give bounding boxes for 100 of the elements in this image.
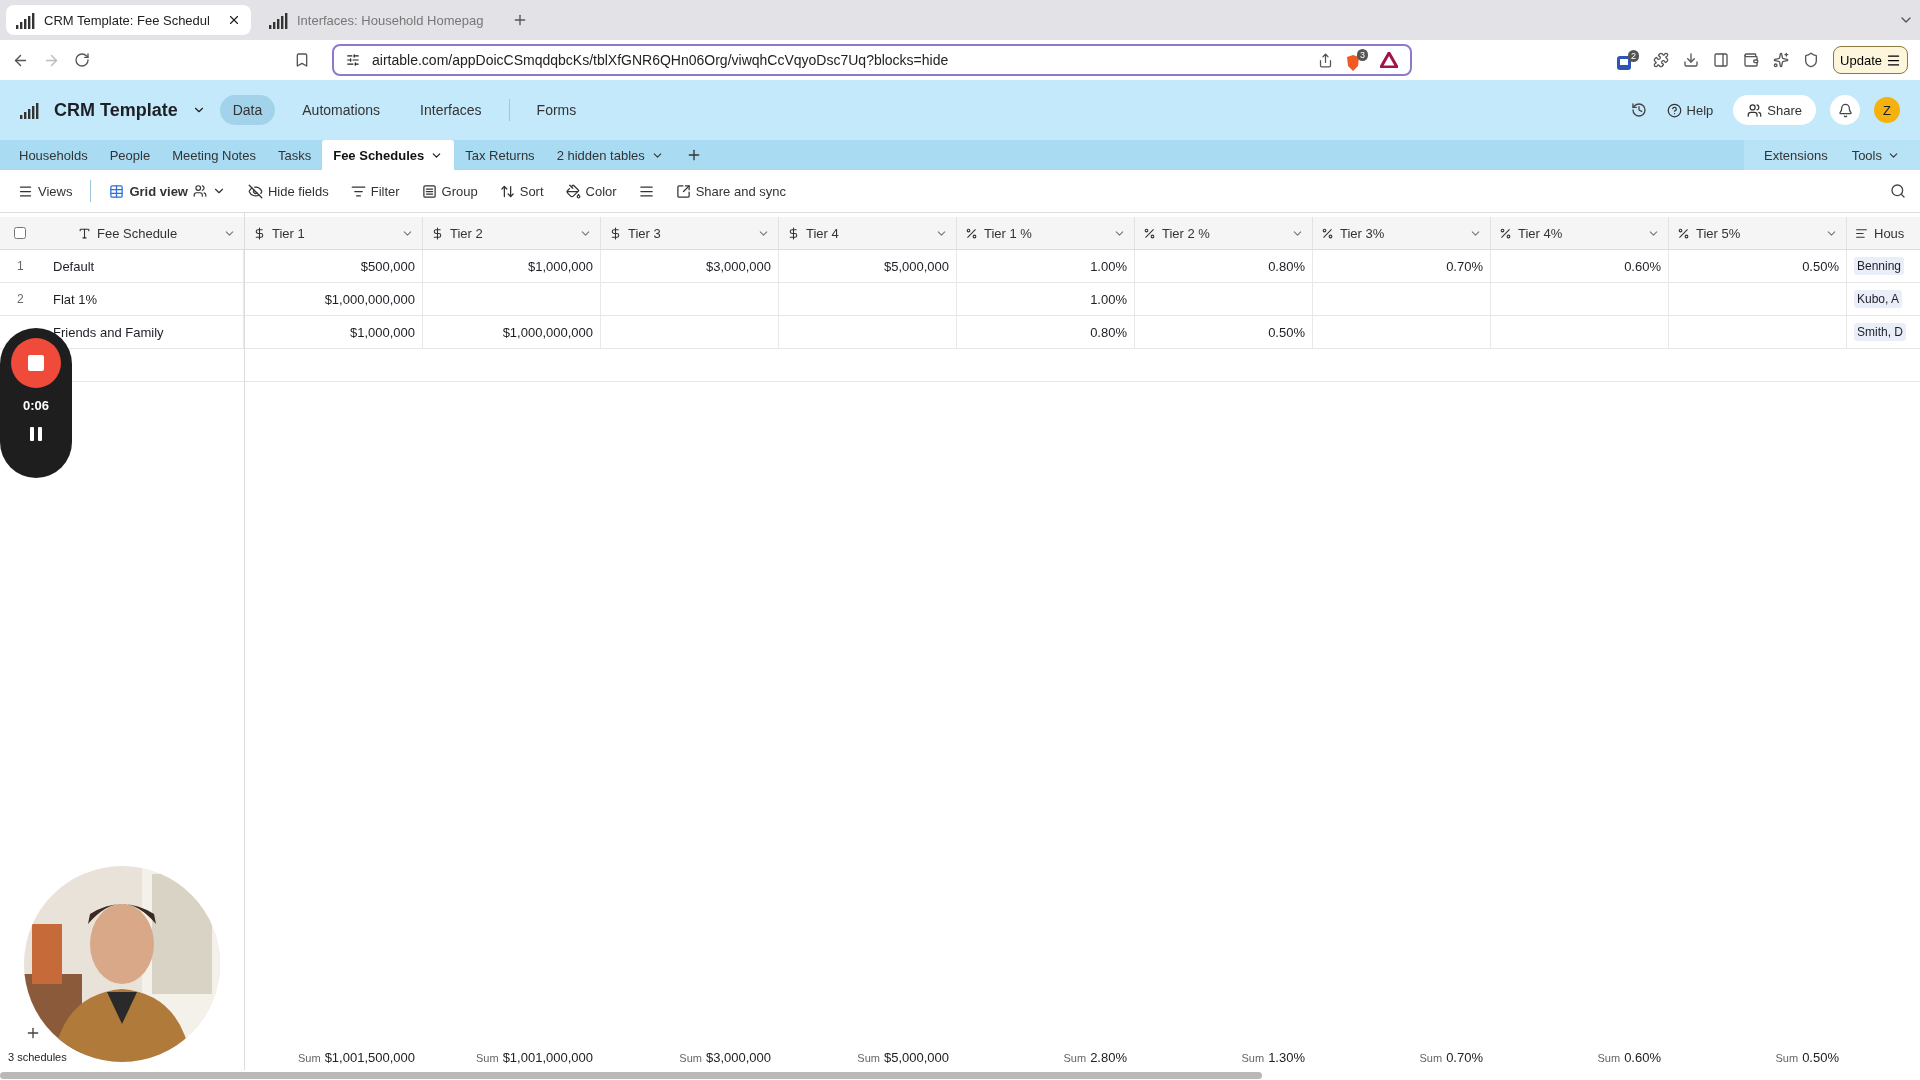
stop-icon [28, 355, 44, 371]
sum-label: Sum [857, 1051, 880, 1064]
sum-value: $1,001,000,000 [502, 1049, 593, 1065]
address-bar[interactable]: airtable.com/appDoicCSmqdqbcKs/tblXfGNR6QHn06Org/viwqhCcVqyoDsc7Uq?blocks=hide 3 [332, 44, 1413, 76]
linked-record-chip[interactable]: Benning [1854, 257, 1905, 275]
horizontal-scrollbar[interactable] [0, 1071, 1262, 1079]
sum-label: Sum [476, 1051, 499, 1064]
sum-value: $3,000,000 [705, 1049, 771, 1065]
toolbar-button[interactable]: Share and sync [671, 183, 790, 199]
group-icon [421, 183, 437, 199]
sum-value: 0.50% [1802, 1049, 1839, 1065]
sum-value: 1.30% [1268, 1049, 1305, 1065]
toolbar-button[interactable]: Color [561, 183, 621, 199]
pause-icon [30, 427, 42, 441]
filter-icon [350, 183, 366, 199]
sum-value: 0.60% [1624, 1049, 1661, 1065]
row-number: 2 [16, 292, 25, 306]
column-header[interactable]: Tier 3 [628, 225, 751, 241]
select-all-checkbox[interactable] [14, 227, 26, 239]
notifications-button[interactable] [1830, 95, 1860, 125]
download-icon[interactable] [1683, 52, 1700, 68]
dollar-icon [609, 226, 622, 240]
table-cell: $1,000,000,000 [324, 291, 415, 307]
toolbar-button[interactable]: Sort [495, 183, 548, 199]
table-cell: 0.70% [1446, 258, 1483, 274]
puzzle-icon[interactable] [1653, 52, 1670, 68]
table-tab[interactable]: Meeting Notes [161, 140, 267, 170]
column-header[interactable]: Tier 3% [1340, 225, 1463, 241]
column-header[interactable]: Tier 4% [1518, 225, 1641, 241]
new-tab-icon[interactable] [512, 12, 528, 28]
column-header[interactable]: Tier 1 % [984, 225, 1107, 241]
update-button[interactable]: Update [1833, 46, 1908, 74]
grid-icon [109, 183, 125, 199]
paint-bucket-icon [565, 183, 581, 199]
table-tab[interactable]: Tasks [266, 140, 323, 170]
toolbar-button[interactable]: Hide fields [244, 183, 333, 199]
sum-label: Sum [1419, 1051, 1443, 1064]
shield-outline-icon[interactable] [1803, 52, 1820, 68]
help-button[interactable]: Help [1660, 101, 1720, 119]
site-settings-icon[interactable] [346, 53, 361, 67]
percent-icon [1677, 226, 1690, 240]
sum-label: Sum [679, 1051, 702, 1064]
column-header[interactable]: Tier 4 [806, 225, 929, 241]
table-cell: $1,000,000,000 [502, 324, 593, 340]
table-tab[interactable]: 2 hidden tables [545, 140, 675, 170]
row-height-icon [638, 183, 654, 199]
views-button[interactable]: Views [14, 183, 77, 199]
nav-tab[interactable]: Automations [289, 95, 394, 125]
dollar-icon [431, 226, 444, 240]
search-icon[interactable] [1890, 183, 1906, 199]
browser-tab[interactable]: CRM Template: Fee Schedul [6, 5, 251, 35]
sidebar-icon[interactable] [1713, 52, 1730, 68]
nav-tab[interactable]: Forms [523, 95, 590, 125]
base-name[interactable]: CRM Template [54, 99, 178, 121]
table-cell: $3,000,000 [705, 258, 771, 274]
percent-icon [965, 226, 978, 240]
menu-icon [18, 183, 33, 199]
sparkle-icon[interactable] [1773, 52, 1790, 68]
percent-icon [1143, 226, 1156, 240]
wallet-icon[interactable] [1743, 52, 1760, 68]
reload-icon[interactable] [74, 52, 90, 68]
text-field-icon [78, 226, 91, 240]
stop-recording-button[interactable] [11, 338, 61, 388]
table-cell: 0.50% [1268, 324, 1305, 340]
share-icon [675, 183, 691, 199]
table-tab[interactable]: Fee Schedules [322, 140, 455, 170]
people-icon [1747, 102, 1763, 118]
toolbar-button[interactable]: Group [417, 183, 482, 199]
linked-record-chip[interactable]: Kubo, A [1854, 290, 1903, 308]
triangle-icon[interactable] [1380, 52, 1399, 68]
user-avatar[interactable]: Z [1874, 97, 1900, 123]
table-tab[interactable]: Households [8, 140, 99, 170]
view-switcher[interactable]: Grid view [105, 183, 230, 199]
column-header[interactable]: Hous [1874, 225, 1920, 241]
linked-record-chip[interactable]: Smith, D [1854, 323, 1906, 341]
column-header[interactable]: Tier 2 % [1162, 225, 1285, 241]
table-tab[interactable]: People [98, 140, 162, 170]
column-header[interactable]: Tier 2 [450, 225, 573, 241]
toolbar-button[interactable]: Filter [346, 183, 404, 199]
bars-logo-icon [16, 11, 36, 29]
history-icon[interactable] [1630, 102, 1647, 118]
column-header[interactable]: Tier 5% [1696, 225, 1819, 241]
tools-button[interactable]: Extensions [1754, 147, 1838, 163]
table-cell: 1.00% [1090, 291, 1127, 307]
column-header[interactable]: Tier 1 [272, 225, 395, 241]
sum-label: Sum [298, 1051, 321, 1064]
table-cell: 0.80% [1090, 324, 1127, 340]
people-icon [193, 184, 207, 198]
tools-button[interactable]: Tools [1841, 147, 1910, 163]
sum-label: Sum [1597, 1051, 1621, 1064]
share-button[interactable]: Share [1733, 95, 1816, 125]
table-cell: 1.00% [1090, 258, 1127, 274]
nav-tab[interactable]: Data [219, 95, 276, 125]
browser-tab[interactable]: Interfaces: Household Homepag [259, 5, 504, 35]
nav-tab[interactable]: Interfaces [407, 95, 495, 125]
table-cell: 0.80% [1268, 258, 1305, 274]
table-tab[interactable]: Tax Returns [454, 140, 546, 170]
share-icon[interactable] [1318, 52, 1334, 68]
close-icon[interactable] [227, 13, 241, 27]
sum-label: Sum [1775, 1051, 1799, 1064]
